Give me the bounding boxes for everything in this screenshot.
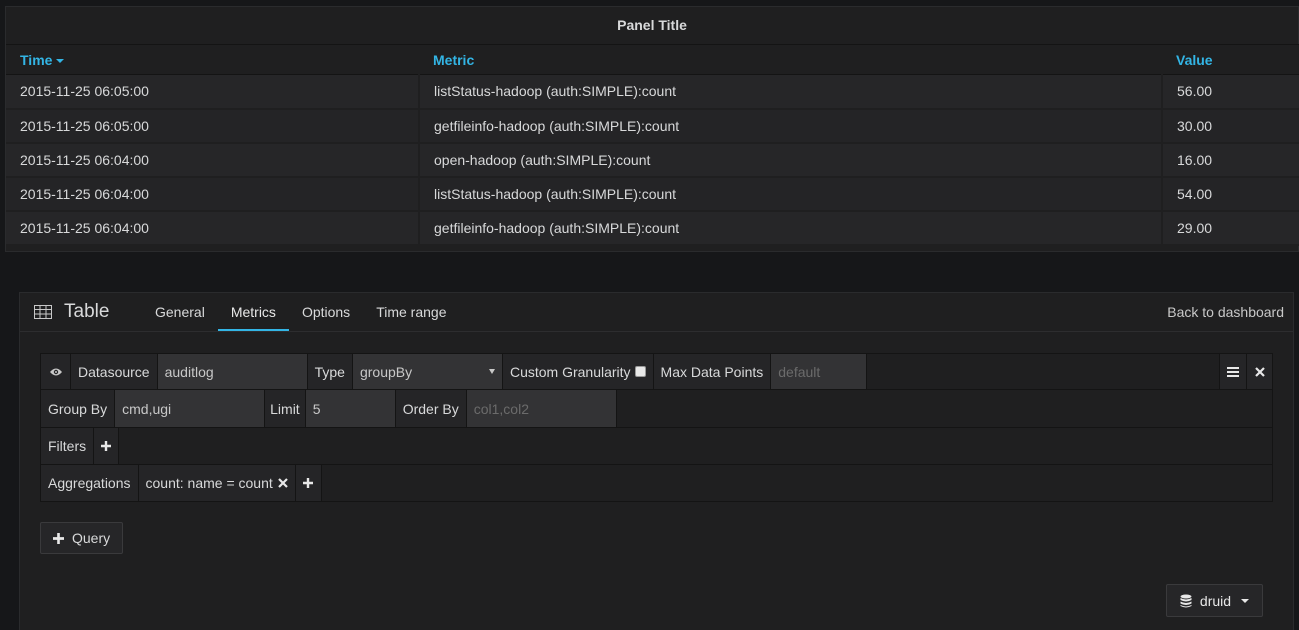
tab-options[interactable]: Options — [289, 293, 363, 331]
limit-input[interactable]: 5 — [305, 390, 396, 427]
custom-granularity-checkbox[interactable] — [634, 366, 646, 377]
table-row: 2015-11-25 06:05:00 listStatus-hadoop (a… — [6, 74, 1299, 110]
group-by-input[interactable]: cmd,ugi — [115, 390, 266, 427]
panel-title[interactable]: Panel Title — [6, 7, 1298, 44]
cell-time: 2015-11-25 06:05:00 — [6, 108, 420, 144]
tab-metrics[interactable]: Metrics — [217, 293, 289, 331]
editor-tabs: General Metrics Options Time range — [142, 293, 459, 331]
eye-icon[interactable] — [41, 354, 71, 389]
cell-metric: getfileinfo-hadoop (auth:SIMPLE):count — [419, 210, 1163, 246]
table-grid-icon — [34, 305, 52, 319]
cell-metric: listStatus-hadoop (auth:SIMPLE):count — [419, 74, 1163, 110]
filters-label: Filters — [41, 428, 95, 464]
aggregation-item-text: count: name = count — [145, 475, 273, 491]
type-label: Type — [307, 354, 353, 389]
table-row: 2015-11-25 06:04:00 listStatus-hadoop (a… — [6, 176, 1299, 212]
column-header-value[interactable]: Value — [1162, 44, 1299, 75]
column-header-metric[interactable]: Metric — [419, 44, 1162, 75]
tab-time-range[interactable]: Time range — [363, 293, 459, 331]
custom-granularity-text: Custom Granularity — [509, 363, 631, 380]
cell-value: 30.00 — [1162, 108, 1299, 144]
group-by-label: Group By — [41, 390, 116, 427]
cell-time: 2015-11-25 06:04:00 — [6, 142, 420, 178]
aggregations-label: Aggregations — [41, 465, 139, 501]
cell-time: 2015-11-25 06:04:00 — [6, 210, 420, 246]
add-query-button[interactable]: Query — [40, 522, 124, 554]
panel: Panel Title Time Metric Value 2015-11-25… — [5, 6, 1299, 252]
cell-value: 54.00 — [1162, 176, 1299, 212]
data-table: Time Metric Value 2015-11-25 06:05:00 li… — [6, 44, 1299, 246]
order-by-input[interactable]: col1,col2 — [466, 390, 617, 427]
row-filler — [616, 390, 1272, 427]
editor-header: Table General Metrics Options Time range… — [20, 293, 1293, 332]
plus-icon — [303, 478, 314, 488]
cell-time: 2015-11-25 06:05:00 — [6, 74, 420, 110]
order-by-label: Order By — [395, 390, 467, 427]
remove-aggregation-icon[interactable] — [278, 478, 288, 488]
back-to-dashboard-link[interactable]: Back to dashboard — [1167, 293, 1284, 331]
cell-metric: listStatus-hadoop (auth:SIMPLE):count — [419, 176, 1163, 212]
type-select[interactable]: groupBy — [352, 354, 503, 389]
cell-value: 29.00 — [1162, 210, 1299, 246]
editor-title: Table — [34, 293, 109, 331]
datasource-input[interactable]: auditlog — [157, 354, 308, 389]
cell-value: 16.00 — [1162, 142, 1299, 178]
max-data-points-input[interactable]: default — [771, 354, 868, 389]
type-select-value: groupBy — [359, 363, 413, 380]
aggregation-item[interactable]: count: name = count — [138, 465, 296, 501]
plus-icon — [53, 532, 64, 544]
hamburger-icon[interactable] — [1219, 354, 1247, 389]
cell-metric: getfileinfo-hadoop (auth:SIMPLE):count — [419, 108, 1163, 144]
row-filler — [321, 465, 1272, 501]
chevron-down-icon — [488, 369, 495, 374]
plus-icon — [101, 441, 112, 451]
caret-down-icon — [1241, 598, 1250, 603]
custom-granularity-label: Custom Granularity — [502, 354, 654, 389]
table-row: 2015-11-25 06:05:00 getfileinfo-hadoop (… — [6, 108, 1299, 144]
add-filter-button[interactable] — [94, 428, 120, 464]
cell-metric: open-hadoop (auth:SIMPLE):count — [419, 142, 1163, 178]
sort-desc-icon — [56, 58, 65, 63]
table-row: 2015-11-25 06:04:00 getfileinfo-hadoop (… — [6, 210, 1299, 246]
row-filler — [119, 428, 1272, 464]
add-aggregation-button[interactable] — [295, 465, 322, 501]
query-row-aggregations: Aggregations count: name = count — [40, 465, 1273, 502]
table-row: 2015-11-25 06:04:00 open-hadoop (auth:SI… — [6, 142, 1299, 178]
tab-general[interactable]: General — [142, 293, 218, 331]
max-data-points-label: Max Data Points — [653, 354, 772, 389]
close-icon[interactable] — [1247, 354, 1272, 389]
cell-time: 2015-11-25 06:04:00 — [6, 176, 420, 212]
query-row-groupby: Group By cmd,ugi Limit 5 Order By col1,c… — [40, 390, 1273, 428]
datasource-label: Datasource — [71, 354, 158, 389]
column-header-time[interactable]: Time — [6, 44, 419, 75]
datasource-picker-label: druid — [1199, 592, 1232, 609]
database-icon — [1180, 594, 1192, 607]
query-editor: Datasource auditlog Type groupBy Custom … — [40, 353, 1273, 502]
editor-title-text: Table — [64, 301, 110, 322]
panel-editor: Table General Metrics Options Time range… — [19, 292, 1294, 630]
query-row-filters: Filters — [40, 428, 1273, 465]
datasource-picker-button[interactable]: druid — [1166, 584, 1263, 617]
add-query-label: Query — [72, 530, 111, 546]
query-row-datasource: Datasource auditlog Type groupBy Custom … — [40, 353, 1273, 390]
row-filler — [867, 354, 1219, 389]
cell-value: 56.00 — [1162, 74, 1299, 110]
limit-label: Limit — [265, 390, 306, 427]
